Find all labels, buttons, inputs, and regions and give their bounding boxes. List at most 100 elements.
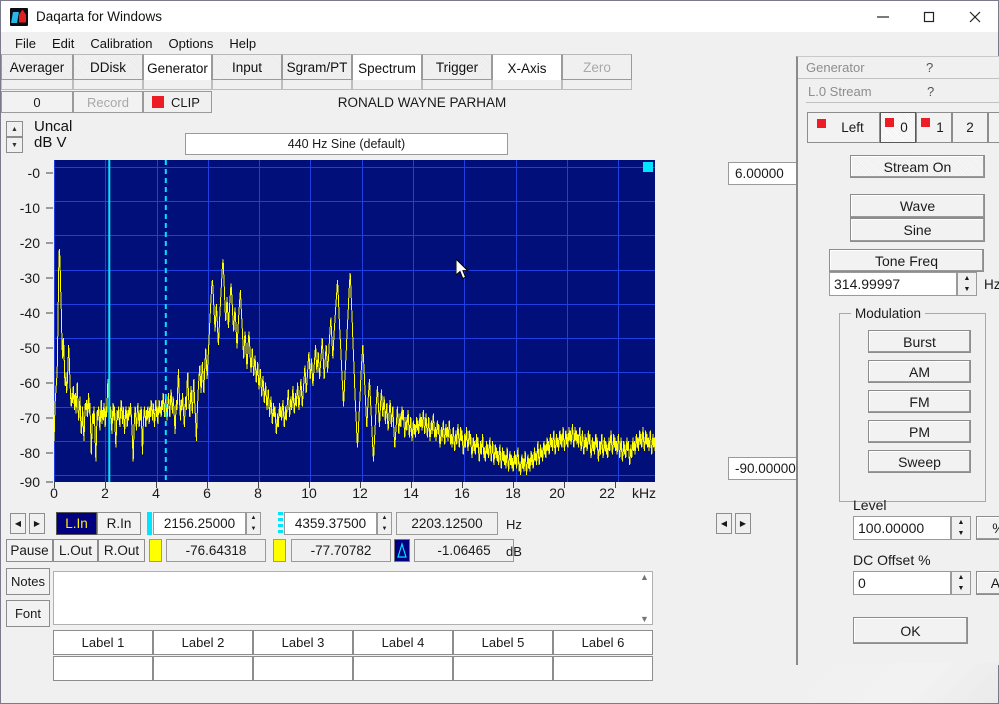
label-value-4[interactable] [353,656,453,681]
label-header-3[interactable]: Label 3 [253,630,353,655]
clip-label: CLIP [171,94,200,110]
tab-averager[interactable]: Averager [1,54,73,80]
y-tick-label-10: -10 [19,200,40,216]
burst-button[interactable]: Burst [868,330,971,353]
dc-offset-all-button[interactable]: All [976,571,999,595]
y-tick-label-50: -50 [19,340,40,356]
maximize-icon[interactable] [906,1,952,32]
tab-spectrum[interactable]: Spectrum [352,54,422,82]
cursor-a-freq-spinner[interactable]: ▲ ▼ [246,512,261,535]
x-tick-label-10: 10 [301,485,317,501]
notes-text-area[interactable]: ▲ ▼ [53,571,653,625]
channel-button-r-out[interactable]: R.Out [98,539,145,562]
menu-item-help[interactable]: Help [221,34,264,53]
ok-button[interactable]: OK [853,617,968,644]
window-title: Daqarta for Windows [36,9,163,24]
channel-button-l-in[interactable]: L.In [56,512,97,535]
pause-button[interactable]: Pause [6,539,53,562]
tone-freq-button[interactable]: Tone Freq [829,249,984,272]
record-button[interactable]: Record [73,91,143,113]
clip-indicator[interactable]: CLIP [143,91,212,113]
tab-trigger[interactable]: Trigger [422,54,492,80]
menu-item-edit[interactable]: Edit [44,34,82,53]
label-header-2[interactable]: Label 2 [153,630,253,655]
stream-tab-3[interactable]: 3 [988,112,999,143]
channel-button-left[interactable]: Left [807,112,880,143]
level-unit-button[interactable]: % [976,516,999,540]
label-header-4[interactable]: Label 4 [353,630,453,655]
x-scroll-right-button[interactable]: ▶ [735,513,751,534]
window-corner-shade [798,663,998,703]
cursor-a-freq-down-icon[interactable]: ▼ [247,524,260,535]
trace-title-field[interactable]: 440 Hz Sine (default) [185,133,508,155]
stream-help-icon[interactable]: ? [927,84,934,99]
stream-tab-1[interactable]: 1 [916,112,952,143]
channel-button-l-out[interactable]: L.Out [53,539,98,562]
wave-button[interactable]: Wave [850,194,985,218]
level-up-icon[interactable]: ▲ [952,517,970,528]
cursor-b-freq-spinner[interactable]: ▲ ▼ [377,512,392,535]
label-header-1[interactable]: Label 1 [53,630,153,655]
db-range-spinner[interactable]: ▲ ▼ [6,121,23,153]
freq-unit-label: Hz [506,517,522,532]
tab-ddisk[interactable]: DDisk [73,54,143,80]
tab-x-axis[interactable]: X-Axis [492,54,562,82]
tone-freq-up-icon[interactable]: ▲ [958,273,976,284]
cursor-a-freq-field[interactable]: 2156.25000 [153,512,246,535]
cursor-a-freq-up-icon[interactable]: ▲ [247,513,260,524]
y-max-field[interactable]: 6.00000 [728,162,806,185]
level-field[interactable]: 100.00000 [853,516,951,540]
dc-offset-field[interactable]: 0 [853,571,951,595]
label-value-1[interactable] [53,656,153,681]
menu-item-file[interactable]: File [7,34,44,53]
level-spinner[interactable]: ▲ ▼ [951,516,971,540]
y-min-field[interactable]: -90.00000 [728,457,806,480]
sweep-button[interactable]: Sweep [868,450,971,473]
scroll-left-button[interactable]: ◀ [10,513,26,534]
tone-freq-field[interactable]: 314.99997 [829,272,957,296]
close-icon[interactable] [952,1,998,32]
tone-freq-down-icon[interactable]: ▼ [958,284,976,295]
tone-freq-spinner[interactable]: ▲ ▼ [957,272,977,296]
dc-offset-up-icon[interactable]: ▲ [952,572,970,583]
stream-tab-0[interactable]: 0 [880,112,916,143]
am-button[interactable]: AM [868,360,971,383]
x-scroll-left-button[interactable]: ◀ [716,513,732,534]
dc-offset-down-icon[interactable]: ▼ [952,583,970,594]
tab-sgram-pt[interactable]: Sgram/PT [282,54,352,80]
cursor-b-freq-field[interactable]: 4359.37500 [284,512,377,535]
label-value-3[interactable] [253,656,353,681]
stream-tab-2[interactable]: 2 [952,112,988,143]
label-value-2[interactable] [153,656,253,681]
tab-generator[interactable]: Generator [143,54,212,82]
scroll-up-icon[interactable]: ▲ [640,572,649,582]
notes-button[interactable]: Notes [6,568,50,595]
label-header-6[interactable]: Label 6 [553,630,653,655]
waveform-button[interactable]: Sine [850,218,985,242]
dc-offset-spinner[interactable]: ▲ ▼ [951,571,971,595]
minimize-icon[interactable] [860,1,906,32]
db-range-down-icon[interactable]: ▼ [6,137,23,153]
level-down-icon[interactable]: ▼ [952,528,970,539]
menu-item-calibration[interactable]: Calibration [82,34,160,53]
fm-button[interactable]: FM [868,390,971,413]
scroll-down-icon[interactable]: ▼ [640,614,649,624]
menu-item-options[interactable]: Options [161,34,222,53]
db-range-up-icon[interactable]: ▲ [6,121,23,137]
spectrum-plot-canvas[interactable] [53,160,656,482]
notes-scrollbar[interactable]: ▲ ▼ [637,572,652,624]
stream-on-button[interactable]: Stream On [850,155,985,178]
cursor-b-freq-down-icon[interactable]: ▼ [378,524,391,535]
cursor-b-freq-up-icon[interactable]: ▲ [378,513,391,524]
spectrum-plot[interactable] [53,160,656,482]
font-button[interactable]: Font [6,600,50,627]
generator-help-icon[interactable]: ? [926,60,933,75]
label-header-5[interactable]: Label 5 [453,630,553,655]
label-value-5[interactable] [453,656,553,681]
label-value-6[interactable] [553,656,653,681]
title-bar: Daqarta for Windows [1,1,998,32]
channel-button-r-in[interactable]: R.In [97,512,141,535]
tab-input[interactable]: Input [212,54,282,80]
pm-button[interactable]: PM [868,420,971,443]
scroll-right-button[interactable]: ▶ [29,513,45,534]
